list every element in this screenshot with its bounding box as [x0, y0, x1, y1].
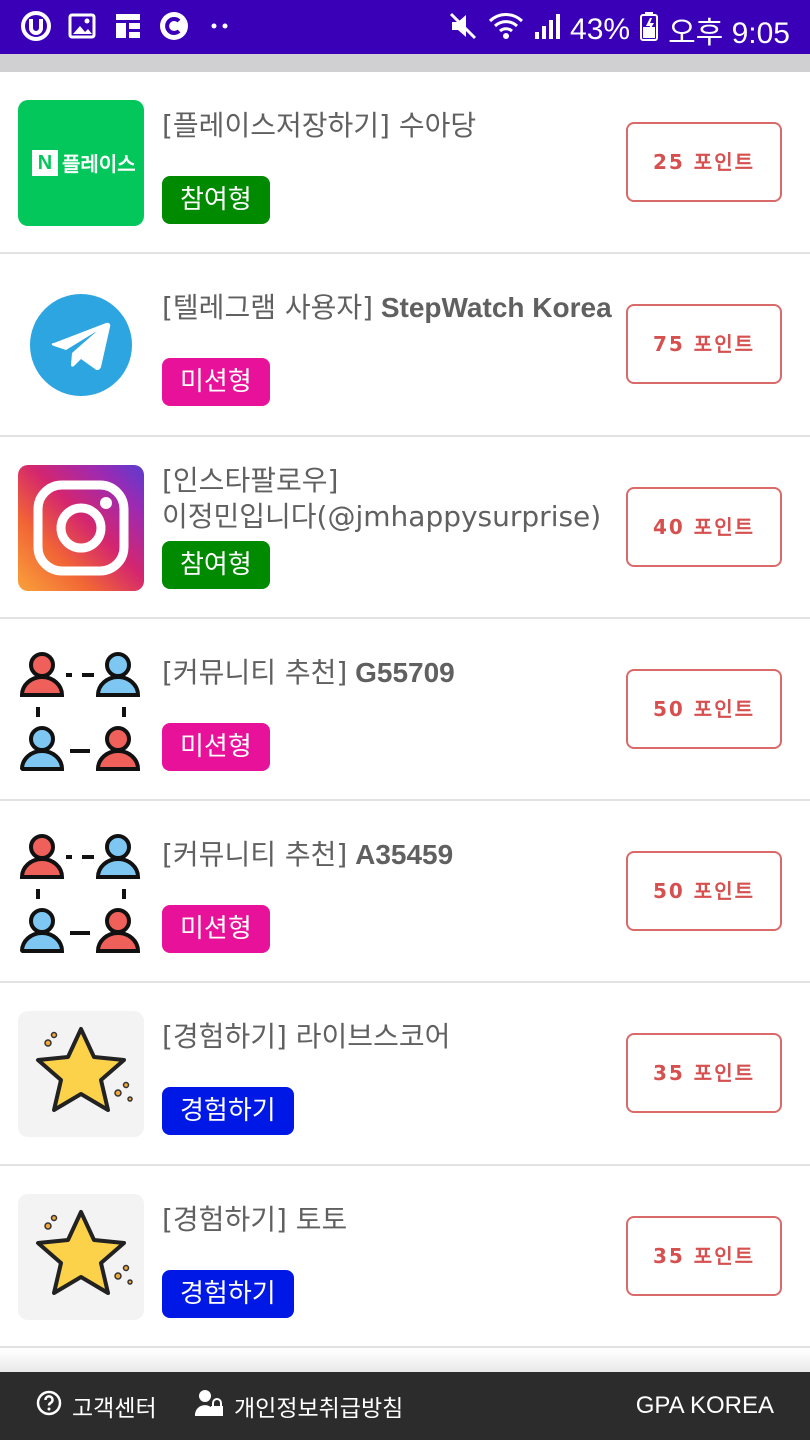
- privacy-label: 개인정보취급방침: [234, 1396, 404, 1422]
- item-title: [경험하기] 토토: [162, 1202, 348, 1236]
- list-item[interactable]: [커뮤니티 추천] A35459 미션형 50 포인트: [0, 801, 810, 984]
- wifi-icon: [488, 11, 524, 49]
- naver-place-text: 플레이스: [62, 152, 136, 176]
- widget-icon: [112, 10, 144, 42]
- list-item[interactable]: [커뮤니티 추천] G55709 미션형 50 포인트: [0, 618, 810, 802]
- battery-percent: 43%: [570, 13, 631, 46]
- list-item[interactable]: [경험하기] 토토 경험하기 35 포인트: [0, 1165, 810, 1349]
- dots-icon: [204, 10, 236, 42]
- item-title: [인스타팔로우] 이정민입니다(@jmhappysurprise): [162, 463, 602, 533]
- item-title: [커뮤니티 추천] A35459: [162, 838, 454, 872]
- star-icon: [18, 1011, 144, 1138]
- signal-icon: [534, 12, 561, 48]
- gallery-icon: [66, 10, 98, 42]
- points-button[interactable]: 75 포인트: [626, 304, 782, 385]
- support-label: 고객센터: [72, 1396, 157, 1422]
- footer-bar: 고객센터 개인정보취급방침 GPA KOREA: [0, 1372, 810, 1440]
- naver-place-logo: N 플레이스: [18, 100, 144, 226]
- question-circle-icon: [36, 1390, 62, 1422]
- c-circle-icon: [158, 10, 190, 42]
- item-title: [플레이스저장하기] 수아당: [162, 109, 477, 142]
- person-lock-icon: [194, 1388, 224, 1424]
- list-bottom-fade: [0, 1350, 810, 1372]
- list-item[interactable]: [텔레그램 사용자] StepWatch Korea 미션형 75 포인트: [0, 254, 810, 437]
- points-button[interactable]: 40 포인트: [626, 486, 782, 567]
- points-button[interactable]: 50 포인트: [626, 851, 782, 932]
- list-item[interactable]: [경험하기] 라이브스코어 경험하기 35 포인트: [0, 983, 810, 1166]
- instagram-logo: [18, 464, 144, 591]
- list-item[interactable]: N 플레이스 [플레이스저장하기] 수아당 참여형 25 포인트: [0, 72, 810, 255]
- community-people-icon: [18, 829, 144, 955]
- battery-icon: [640, 11, 659, 49]
- star-icon: [18, 1193, 144, 1320]
- privacy-link[interactable]: 개인정보취급방침: [194, 1372, 403, 1440]
- support-link[interactable]: 고객센터: [36, 1372, 157, 1440]
- community-people-icon: [18, 647, 144, 773]
- type-tag: 경험하기: [162, 1087, 294, 1136]
- points-button[interactable]: 35 포인트: [626, 1033, 782, 1114]
- points-button[interactable]: 35 포인트: [626, 1215, 782, 1296]
- type-tag: 미션형: [162, 358, 270, 407]
- item-title: [커뮤니티 추천] G55709: [162, 655, 455, 689]
- list-item[interactable]: [인스타팔로우] 이정민입니다(@jmhappysurprise) 참여형 40 …: [0, 436, 810, 619]
- status-bar: 43% 오후 9:05: [0, 0, 810, 54]
- mission-list: N 플레이스 [플레이스저장하기] 수아당 참여형 25 포인트 [텔레그램 사…: [0, 72, 810, 1349]
- telegram-logo: [18, 282, 144, 408]
- points-button[interactable]: 50 포인트: [626, 668, 782, 749]
- type-tag: 참여형: [162, 540, 270, 589]
- clock: 오후 9:05: [668, 17, 790, 50]
- brand-label: GPA KOREA: [635, 1392, 774, 1419]
- item-title: [경험하기] 라이브스코어: [162, 1020, 451, 1054]
- type-tag: 미션형: [162, 905, 270, 954]
- header-divider: [0, 54, 810, 72]
- type-tag: 미션형: [162, 722, 270, 771]
- type-tag: 참여형: [162, 176, 270, 224]
- u-plus-icon: [20, 10, 52, 42]
- points-button[interactable]: 25 포인트: [626, 122, 782, 202]
- item-title: [텔레그램 사용자] StepWatch Korea: [162, 291, 612, 325]
- naver-n-badge: N: [32, 150, 58, 176]
- mute-icon: [448, 11, 478, 49]
- type-tag: 경험하기: [162, 1269, 294, 1318]
